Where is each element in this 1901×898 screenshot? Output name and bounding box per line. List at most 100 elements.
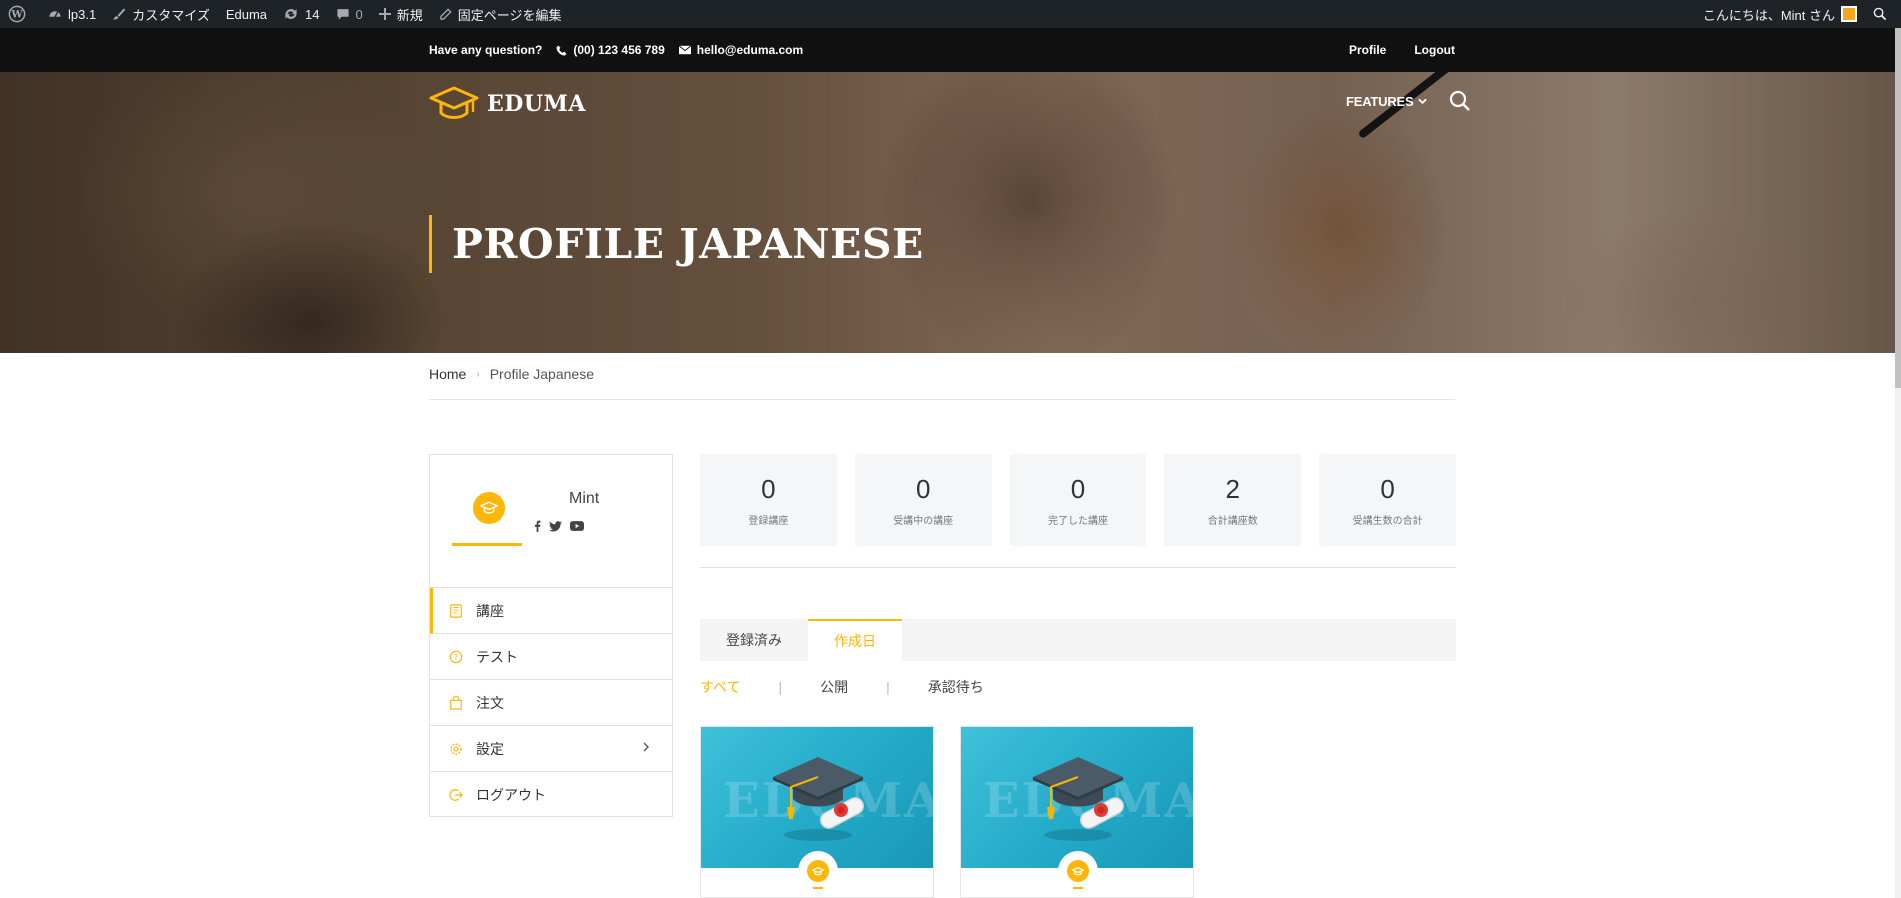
twitter-icon[interactable] bbox=[549, 520, 562, 532]
svg-text:?: ? bbox=[454, 653, 458, 662]
edit-page-link[interactable]: 固定ページを編集 bbox=[431, 0, 570, 28]
course-author-badge bbox=[798, 851, 838, 891]
profile-link[interactable]: Profile bbox=[1349, 43, 1386, 57]
question-text: Have any question? bbox=[429, 43, 543, 57]
new-content-link[interactable]: 新規 bbox=[371, 0, 431, 28]
shopping-bag-icon bbox=[448, 695, 464, 711]
customize-link[interactable]: カスタマイズ bbox=[104, 0, 218, 28]
page-title-block: PROFILE JAPANESE bbox=[429, 215, 924, 273]
breadcrumb-current: Profile Japanese bbox=[489, 366, 594, 382]
sidebar-item-quizzes[interactable]: ? テスト bbox=[430, 634, 672, 680]
book-icon bbox=[448, 603, 464, 619]
card-accent-line bbox=[813, 887, 823, 889]
breadcrumb-separator-icon: › bbox=[476, 369, 480, 380]
course-thumbnail[interactable]: EDUMA bbox=[701, 727, 933, 868]
question-circle-icon: ? bbox=[448, 649, 464, 665]
logout-link[interactable]: Logout bbox=[1414, 43, 1455, 57]
search-icon[interactable] bbox=[1449, 90, 1471, 112]
filter-all[interactable]: すべて bbox=[700, 677, 740, 697]
avatar-underline bbox=[452, 543, 522, 546]
page-hero: EDUMA FEATURES PROFILE JAPANESE bbox=[0, 72, 1901, 353]
graduation-cap-icon bbox=[429, 86, 479, 119]
tab-created[interactable]: 作成日 bbox=[808, 619, 902, 661]
sidebar-item-settings[interactable]: 設定 bbox=[430, 726, 672, 772]
breadcrumb-home[interactable]: Home bbox=[429, 366, 466, 399]
sidebar-item-orders[interactable]: 注文 bbox=[430, 680, 672, 726]
sidebar-item-label: 設定 bbox=[476, 740, 504, 757]
phone-number: (00) 123 456 789 bbox=[573, 43, 665, 57]
stat-label: 受講生数の合計 bbox=[1352, 515, 1423, 527]
page-title: PROFILE JAPANESE bbox=[452, 219, 924, 268]
stat-label: 受講中の講座 bbox=[893, 515, 954, 527]
pencil-icon bbox=[440, 7, 452, 20]
svg-text:W: W bbox=[10, 10, 23, 21]
greeting-label: こんにちは、Mint さん bbox=[1702, 7, 1835, 23]
theme-link[interactable]: Eduma bbox=[218, 0, 275, 28]
page-scrollbar-thumb[interactable] bbox=[1895, 28, 1901, 388]
stat-enrolled-courses: 0 登録講座 bbox=[700, 454, 837, 546]
tab-enrolled[interactable]: 登録済み bbox=[700, 619, 808, 661]
comments-count: 0 bbox=[355, 6, 363, 22]
chevron-right-icon bbox=[643, 742, 649, 752]
wp-admin-bar: W lp3.1 カスタマイズ Eduma 14 0 新規 固定ページを編集 こん… bbox=[0, 0, 1901, 28]
course-card[interactable]: EDUMA bbox=[700, 726, 934, 898]
course-card[interactable]: EDUMA bbox=[960, 726, 1194, 898]
sidebar-item-label: 注文 bbox=[476, 694, 504, 711]
my-account-link[interactable]: こんにちは、Mint さん bbox=[1695, 0, 1865, 28]
main-nav: FEATURES bbox=[1346, 90, 1471, 112]
facebook-icon[interactable] bbox=[534, 520, 541, 532]
stat-label: 合計講座数 bbox=[1207, 515, 1258, 527]
updates-link[interactable]: 14 bbox=[275, 0, 327, 28]
edit-page-label: 固定ページを編集 bbox=[457, 7, 562, 23]
new-label: 新規 bbox=[396, 7, 423, 23]
graduation-cap-diploma-icon bbox=[1033, 757, 1124, 841]
sidebar-item-courses[interactable]: 講座 bbox=[430, 588, 672, 634]
profile-sidebar: Mint 講座 ? テスト 注文 設定 ログアウト bbox=[429, 454, 673, 817]
stat-completed-courses: 0 完了した講座 bbox=[1009, 454, 1147, 546]
comments-link[interactable]: 0 bbox=[328, 0, 371, 28]
filter-separator: | bbox=[886, 679, 890, 695]
profile-header: Mint bbox=[430, 455, 672, 588]
course-filters: すべて | 公開 | 承認待ち bbox=[700, 677, 984, 697]
plus-icon bbox=[378, 8, 391, 20]
graduation-cap-icon bbox=[807, 860, 829, 882]
sidebar-item-logout[interactable]: ログアウト bbox=[430, 772, 672, 818]
gear-icon bbox=[448, 741, 464, 757]
course-author-badge bbox=[1058, 851, 1098, 891]
graduation-cap-icon bbox=[480, 501, 498, 514]
stat-value: 0 bbox=[1380, 473, 1395, 504]
email-link[interactable]: hello@eduma.com bbox=[678, 43, 804, 57]
filter-published[interactable]: 公開 bbox=[820, 677, 848, 697]
youtube-icon[interactable] bbox=[570, 521, 584, 531]
hero-overlay bbox=[0, 72, 1901, 353]
chevron-down-icon bbox=[1417, 98, 1427, 104]
stat-label: 登録講座 bbox=[748, 515, 789, 527]
stat-value: 2 bbox=[1225, 473, 1241, 504]
social-links bbox=[534, 520, 584, 532]
envelope-icon bbox=[678, 45, 691, 55]
stat-total-students: 0 受講生数の合計 bbox=[1319, 454, 1456, 546]
email-address: hello@eduma.com bbox=[696, 43, 804, 57]
wordpress-logo-icon[interactable]: W bbox=[0, 0, 40, 28]
filter-pending[interactable]: 承認待ち bbox=[928, 677, 984, 697]
nav-features-menu[interactable]: FEATURES bbox=[1346, 94, 1427, 109]
sidebar-item-label: テスト bbox=[476, 648, 518, 665]
dashboard-icon bbox=[49, 11, 61, 18]
phone-link[interactable]: (00) 123 456 789 bbox=[556, 43, 665, 57]
site-logo[interactable]: EDUMA bbox=[429, 86, 586, 122]
stat-label: 完了した講座 bbox=[1047, 515, 1108, 527]
logout-icon bbox=[448, 787, 464, 803]
site-name-link[interactable]: lp3.1 bbox=[40, 0, 104, 28]
nav-features-label: FEATURES bbox=[1346, 93, 1414, 109]
graduation-cap-diploma-icon bbox=[773, 757, 864, 841]
customize-label: カスタマイズ bbox=[132, 7, 210, 23]
course-thumbnail[interactable]: EDUMA bbox=[961, 727, 1193, 868]
theme-label: Eduma bbox=[225, 6, 268, 22]
stat-value: 0 bbox=[915, 473, 931, 504]
admin-search-icon[interactable] bbox=[1865, 0, 1901, 28]
page-scrollbar[interactable] bbox=[1895, 28, 1901, 898]
filter-separator: | bbox=[778, 679, 783, 695]
stat-value: 0 bbox=[761, 473, 776, 504]
graduation-cap-icon bbox=[1067, 860, 1089, 882]
updates-count: 14 bbox=[305, 6, 320, 22]
